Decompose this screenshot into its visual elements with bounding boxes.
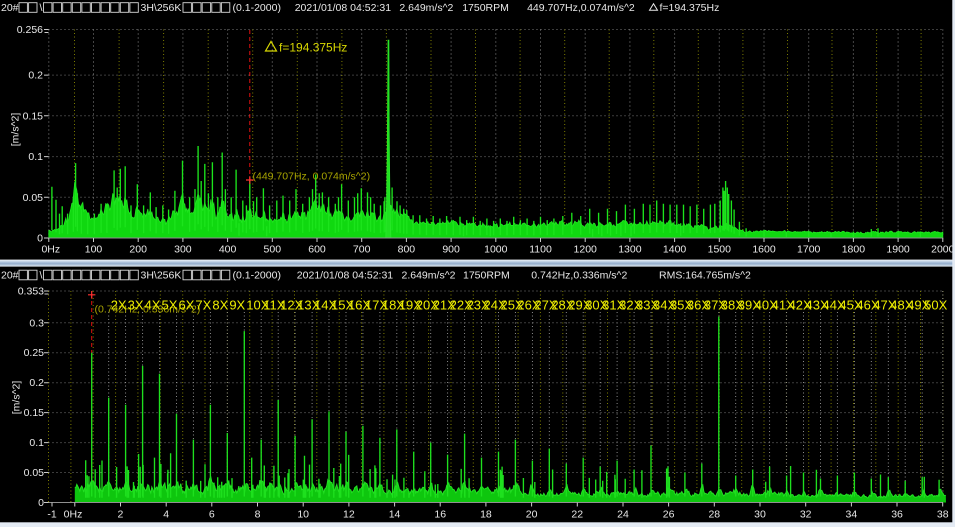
svg-text:(449.707Hz, 0.074m/s^2): (449.707Hz, 0.074m/s^2) <box>253 171 371 183</box>
svg-text:3H\256K: 3H\256K <box>141 2 182 14</box>
svg-text:3X: 3X <box>128 298 144 313</box>
svg-text:24: 24 <box>617 509 629 521</box>
svg-text:0.15: 0.15 <box>24 407 45 419</box>
svg-text:2.649m/s^2: 2.649m/s^2 <box>399 2 453 14</box>
svg-text:32: 32 <box>800 509 812 521</box>
svg-text:300: 300 <box>174 244 192 256</box>
svg-text:8: 8 <box>255 509 261 521</box>
svg-text:1200: 1200 <box>574 244 598 256</box>
svg-text:f=194.375Hz: f=194.375Hz <box>279 41 347 55</box>
svg-text:20#: 20# <box>1 270 19 282</box>
svg-text:0Hz: 0Hz <box>41 244 60 256</box>
svg-text:22: 22 <box>571 509 583 521</box>
svg-text:2021/01/08 04:52:31: 2021/01/08 04:52:31 <box>297 270 394 282</box>
svg-text:0.25: 0.25 <box>24 347 45 359</box>
svg-text:[m/s^2]: [m/s^2] <box>11 381 23 415</box>
svg-text:0.3: 0.3 <box>29 317 44 329</box>
svg-text:0: 0 <box>38 497 44 509</box>
svg-text:2.649m/s^2: 2.649m/s^2 <box>402 270 456 282</box>
svg-text:0.256: 0.256 <box>17 24 43 36</box>
svg-text:1000: 1000 <box>484 244 508 256</box>
svg-text:0.2: 0.2 <box>29 377 44 389</box>
svg-text:f=194.375Hz: f=194.375Hz <box>660 2 720 14</box>
svg-text:600: 600 <box>308 244 326 256</box>
svg-text:28: 28 <box>708 509 720 521</box>
svg-text:2: 2 <box>118 509 124 521</box>
svg-text:\: \ <box>40 270 43 282</box>
svg-text:1800: 1800 <box>842 244 866 256</box>
svg-text:20#: 20# <box>1 2 19 14</box>
svg-text:(0.1-2000): (0.1-2000) <box>233 2 281 14</box>
svg-text:0.15: 0.15 <box>23 110 44 122</box>
svg-text:14: 14 <box>389 509 401 521</box>
svg-text:1600: 1600 <box>752 244 776 256</box>
svg-text:500: 500 <box>264 244 282 256</box>
svg-text:12: 12 <box>343 509 355 521</box>
svg-text:0.1: 0.1 <box>28 151 43 163</box>
svg-text:5X: 5X <box>162 298 178 313</box>
svg-text:1750RPM: 1750RPM <box>462 2 509 14</box>
svg-text:20: 20 <box>526 509 538 521</box>
svg-text:38: 38 <box>937 509 949 521</box>
svg-text:200: 200 <box>129 244 147 256</box>
svg-text:800: 800 <box>398 244 416 256</box>
svg-text:1750RPM: 1750RPM <box>463 270 510 282</box>
svg-text:26: 26 <box>663 509 675 521</box>
svg-text:2000: 2000 <box>931 244 955 256</box>
svg-text:900: 900 <box>442 244 460 256</box>
svg-text:7X: 7X <box>195 298 211 313</box>
svg-text:RMS:164.765m/s^2: RMS:164.765m/s^2 <box>659 270 751 282</box>
svg-text:4X: 4X <box>145 298 161 313</box>
svg-text:36: 36 <box>891 509 903 521</box>
svg-text:1500: 1500 <box>708 244 732 256</box>
svg-text:9X: 9X <box>229 298 245 313</box>
svg-text:6: 6 <box>209 509 215 521</box>
svg-text:1400: 1400 <box>663 244 687 256</box>
svg-text:400: 400 <box>219 244 237 256</box>
svg-text:449.707Hz,0.074m/s^2: 449.707Hz,0.074m/s^2 <box>527 2 635 14</box>
svg-text:\: \ <box>40 2 43 14</box>
svg-text:700: 700 <box>353 244 371 256</box>
svg-text:0Hz: 0Hz <box>64 509 83 521</box>
svg-text:100: 100 <box>85 244 103 256</box>
svg-text:18: 18 <box>480 509 492 521</box>
svg-text:16: 16 <box>434 509 446 521</box>
svg-text:0.05: 0.05 <box>24 467 45 479</box>
svg-text:1100: 1100 <box>529 244 552 256</box>
svg-text:8X: 8X <box>212 298 228 313</box>
svg-text:[m/s^2]: [m/s^2] <box>10 113 22 147</box>
svg-text:1700: 1700 <box>797 244 821 256</box>
svg-text:30: 30 <box>754 509 766 521</box>
svg-text:0.353: 0.353 <box>18 286 44 298</box>
svg-text:0.2: 0.2 <box>28 70 43 82</box>
svg-text:1300: 1300 <box>618 244 642 256</box>
svg-text:0.05: 0.05 <box>23 192 44 204</box>
svg-text:10: 10 <box>297 509 309 521</box>
svg-text:1900: 1900 <box>886 244 910 256</box>
svg-text:34: 34 <box>846 509 858 521</box>
svg-text:6X: 6X <box>178 298 194 313</box>
svg-text:50X: 50X <box>924 298 947 313</box>
svg-text:2021/01/08 04:52:31: 2021/01/08 04:52:31 <box>295 2 392 14</box>
svg-text:(0.1-2000): (0.1-2000) <box>233 270 281 282</box>
svg-text:-1: -1 <box>47 509 56 521</box>
svg-text:4: 4 <box>163 509 169 521</box>
svg-text:0.1: 0.1 <box>29 437 44 449</box>
svg-text:2X: 2X <box>111 298 127 313</box>
svg-text:0.742Hz,0.336m/s^2: 0.742Hz,0.336m/s^2 <box>531 270 627 282</box>
svg-text:3H\256K: 3H\256K <box>141 270 182 282</box>
